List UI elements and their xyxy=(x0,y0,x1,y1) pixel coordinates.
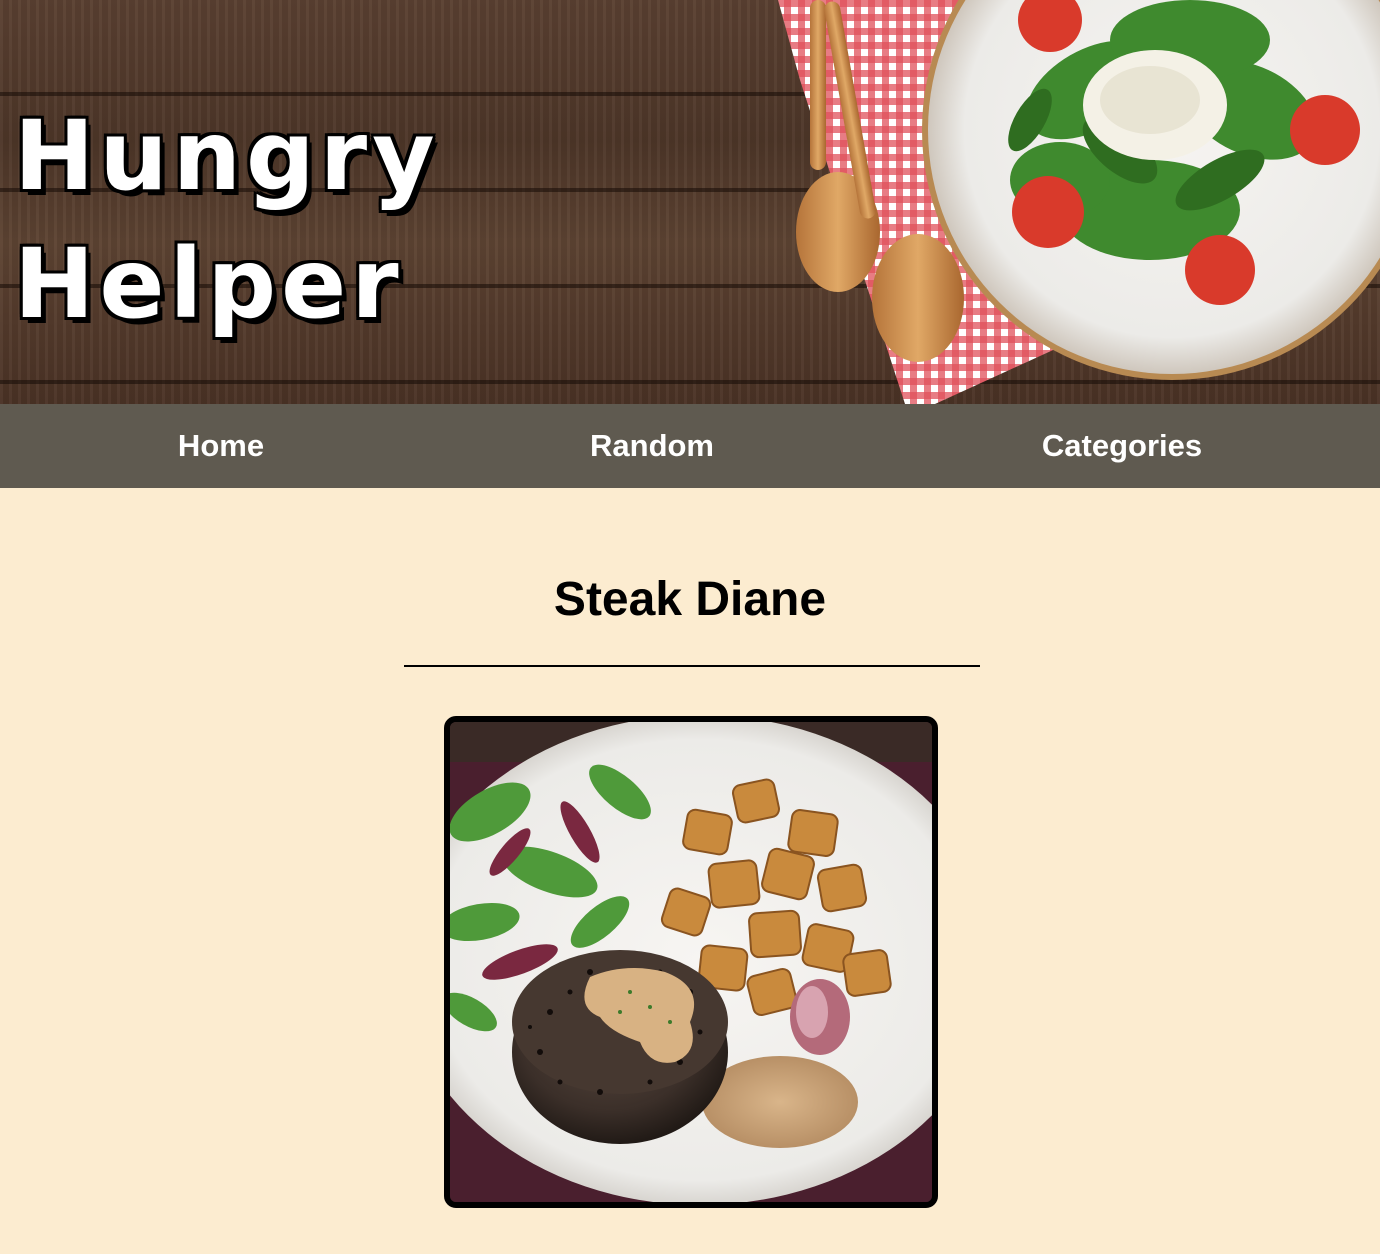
steak-dish-image xyxy=(450,722,932,1202)
recipe-photo xyxy=(444,716,938,1208)
main-nav: Home Random Categories xyxy=(0,404,1380,488)
recipe-title: Steak Diane xyxy=(553,573,827,626)
nav-item-home[interactable]: Home xyxy=(178,404,264,488)
logo-line-2: Helper xyxy=(14,228,404,340)
recipe-content: Steak Diane xyxy=(0,488,1380,1254)
nav-item-categories[interactable]: Categories xyxy=(1042,404,1202,488)
hero-banner: Hungry Helper xyxy=(0,0,1380,404)
title-divider xyxy=(404,665,980,667)
nav-item-random[interactable]: Random xyxy=(590,404,714,488)
site-logo[interactable]: Hungry Helper xyxy=(14,92,440,348)
logo-line-1: Hungry xyxy=(14,100,440,212)
